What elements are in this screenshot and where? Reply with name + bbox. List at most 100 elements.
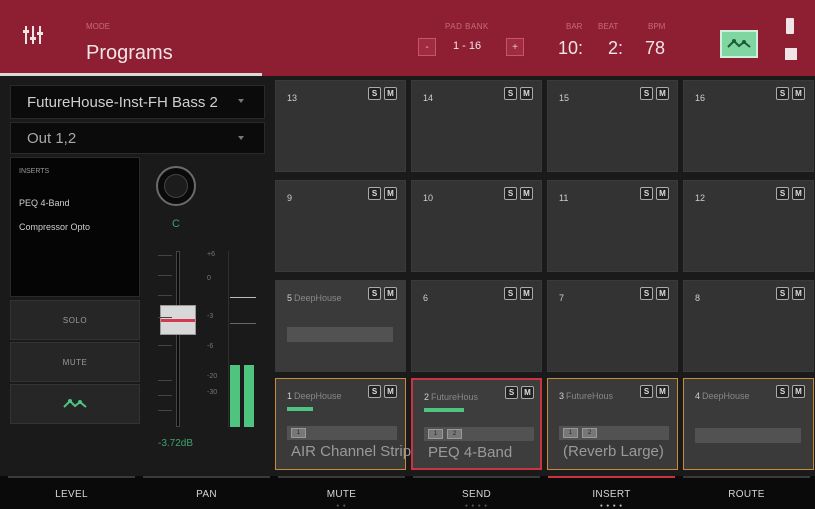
battery-icon xyxy=(786,18,794,34)
pad-label: 11 xyxy=(559,193,570,203)
pad-mute-button[interactable]: M xyxy=(656,187,669,200)
pad-mute-button[interactable]: M xyxy=(520,287,533,300)
pad-mute-button[interactable]: M xyxy=(384,385,397,398)
title-underline xyxy=(0,73,262,76)
pad-6[interactable]: 6 SM xyxy=(411,280,542,372)
tab-label: ROUTE xyxy=(728,489,765,500)
pad-mute-button[interactable]: M xyxy=(792,187,805,200)
tab-route[interactable]: ROUTE xyxy=(683,476,810,509)
pad-solo-button[interactable]: S xyxy=(368,187,381,200)
pad-8[interactable]: 8 SM xyxy=(683,280,814,372)
pad-mute-button[interactable]: M xyxy=(792,385,805,398)
pad-15[interactable]: 15 S M xyxy=(547,80,678,172)
pad-solo-button[interactable]: S xyxy=(640,87,653,100)
fader-track[interactable] xyxy=(176,251,180,427)
pad-number: 4 xyxy=(695,391,701,401)
pad-mute-button[interactable]: M xyxy=(521,386,534,399)
tab-send[interactable]: SEND ● ● ● ● xyxy=(413,476,540,509)
pad-16[interactable]: 16 S M xyxy=(683,80,814,172)
pad-insert-plugin[interactable]: PEQ 4-Band xyxy=(428,444,512,461)
tab-insert[interactable]: INSERT ● ● ● ● xyxy=(548,476,675,509)
pad-solo-button[interactable]: S xyxy=(505,386,518,399)
pad-4[interactable]: 4 DeepHouse S M xyxy=(683,378,814,470)
pad-solo-button[interactable]: S xyxy=(640,187,653,200)
pad-3[interactable]: 3 FutureHous S M 1 2 (Reverb Large) xyxy=(547,378,678,470)
tab-indicator xyxy=(413,476,540,478)
pan-value: C xyxy=(172,218,180,230)
pad-5[interactable]: 5 DeepHouse S M xyxy=(275,280,406,372)
program-name: FutureHouse-Inst-FH Bass 2 xyxy=(27,94,218,111)
pad-1[interactable]: 1 DeepHouse S M 1 AIR Channel Strip xyxy=(275,378,411,470)
pad-label: 1 DeepHouse xyxy=(287,391,342,401)
pad-solo-button[interactable]: S xyxy=(368,87,381,100)
pad-solo-button[interactable]: S xyxy=(776,187,789,200)
mode-label: MODE xyxy=(86,22,110,31)
pad-solo-button[interactable]: S xyxy=(776,287,789,300)
automation-button[interactable] xyxy=(720,30,758,58)
pad-solo-button[interactable]: S xyxy=(776,87,789,100)
pad-mute-button[interactable]: M xyxy=(656,87,669,100)
pad-mute-button[interactable]: M xyxy=(384,87,397,100)
pad-insert-plugin[interactable]: (Reverb Large) xyxy=(563,443,664,460)
insert-item[interactable]: Compressor Opto xyxy=(19,222,90,232)
pad-mute-button[interactable]: M xyxy=(520,87,533,100)
pan-knob[interactable] xyxy=(156,166,196,206)
insert-slot-strip xyxy=(287,327,393,342)
pad-mute-button[interactable]: M xyxy=(384,187,397,200)
solo-button[interactable]: SOLO xyxy=(10,300,140,340)
pad-14[interactable]: 14 S M xyxy=(411,80,542,172)
pad-label: 13 xyxy=(287,93,299,103)
pad-11[interactable]: 11 S M xyxy=(547,180,678,272)
tab-indicator xyxy=(683,476,810,478)
pad-mute-button[interactable]: M xyxy=(656,385,669,398)
pad-number: 7 xyxy=(559,293,565,303)
pad-mute-button[interactable]: M xyxy=(792,287,805,300)
pad-12[interactable]: 12 S M xyxy=(683,180,814,272)
scale-tick xyxy=(158,275,172,276)
pad-mute-button[interactable]: M xyxy=(384,287,397,300)
insert-item[interactable]: PEQ 4-Band xyxy=(19,198,70,208)
pad-program-name: FutureHous xyxy=(431,392,479,402)
bank-prev-button[interactable]: - xyxy=(418,38,436,56)
pad-solo-button[interactable]: S xyxy=(368,385,381,398)
bank-range: 1 - 16 xyxy=(453,40,482,52)
pad-number: 16 xyxy=(695,93,706,103)
bank-next-button[interactable]: + xyxy=(506,38,524,56)
pan-knob-cap xyxy=(164,174,188,198)
scale-label: -3 xyxy=(207,313,214,320)
pad-solo-button[interactable]: S xyxy=(504,187,517,200)
tab-mute[interactable]: MUTE ● ● xyxy=(278,476,405,509)
pad-solo-button[interactable]: S xyxy=(368,287,381,300)
pad-7[interactable]: 7 SM xyxy=(547,280,678,372)
pad-solo-button[interactable]: S xyxy=(776,385,789,398)
bar-value[interactable]: 10: xyxy=(558,38,583,59)
pad-label: 14 xyxy=(423,93,435,103)
bpm-value[interactable]: 78 xyxy=(645,38,665,59)
output-select[interactable]: Out 1,2 xyxy=(10,122,265,154)
beat-value[interactable]: 2: xyxy=(608,38,623,59)
pad-mute-button[interactable]: M xyxy=(656,287,669,300)
program-select[interactable]: FutureHouse-Inst-FH Bass 2 xyxy=(10,85,265,119)
automation-toggle-button[interactable] xyxy=(10,384,140,424)
pad-solo-button[interactable]: S xyxy=(640,385,653,398)
pad-label: 4 DeepHouse xyxy=(695,391,750,401)
pad-number: 13 xyxy=(287,93,298,103)
page-title[interactable]: Programs xyxy=(86,42,173,65)
menu-sliders-icon[interactable] xyxy=(22,24,44,46)
pad-grid: 13 S M 14 S M 15 S M 16 S M 9 S M 10 S M 11 S M 12 S M 5 DeepHous… xyxy=(275,80,814,476)
pad-9[interactable]: 9 SM xyxy=(275,180,406,272)
pad-mute-button[interactable]: M xyxy=(520,187,533,200)
mute-button[interactable]: MUTE xyxy=(10,342,140,382)
tab-pan[interactable]: PAN xyxy=(143,476,270,509)
pad-mute-button[interactable]: M xyxy=(792,87,805,100)
fader-handle[interactable] xyxy=(160,305,196,335)
pad-2[interactable]: 2 FutureHous S M 1 2 PEQ 4-Band xyxy=(411,378,542,470)
pad-insert-plugin[interactable]: AIR Channel Strip xyxy=(291,443,411,460)
pad-solo-button[interactable]: S xyxy=(504,287,517,300)
inserts-list[interactable]: INSERTS PEQ 4-Band Compressor Opto xyxy=(10,157,140,297)
pad-solo-button[interactable]: S xyxy=(640,287,653,300)
pad-solo-button[interactable]: S xyxy=(504,87,517,100)
tab-level[interactable]: LEVEL xyxy=(8,476,135,509)
pad-13[interactable]: 13 S M xyxy=(275,80,406,172)
pad-10[interactable]: 10 S M xyxy=(411,180,542,272)
